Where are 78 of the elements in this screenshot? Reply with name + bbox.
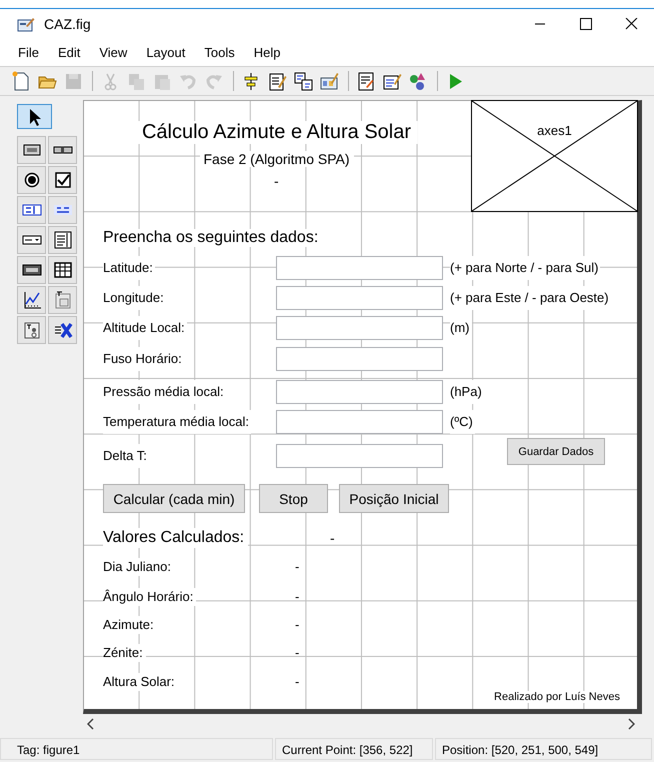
field-label: Temperatura média local: [103,410,251,434]
result-value: - [295,644,300,662]
field-label: Longitude: [103,286,166,310]
action-button[interactable]: Stop [259,484,328,513]
menu-item[interactable]: Edit [50,43,88,62]
result-label: Zénite: [103,644,146,662]
design-canvas[interactable] [83,100,642,714]
close-icon[interactable] [624,18,638,30]
section-heading: Valores Calculados: [103,528,248,548]
input-field[interactable] [276,444,443,468]
field-label: Latitude: [103,256,155,280]
palette-tool-button[interactable] [48,226,77,254]
field-label: Altitude Local: [103,316,187,340]
input-field[interactable] [276,316,443,340]
palette-tool-button[interactable] [48,136,77,164]
axes-label: axes1 [536,123,573,138]
palette-tool-button[interactable] [48,196,77,224]
tag-status: Tag: figure1 [0,738,273,760]
object-browser-icon[interactable] [408,71,428,91]
listbox-icon [52,230,72,250]
palette-tool-button[interactable] [17,226,46,254]
current-point-status: Current Point: [356, 522] [275,738,433,760]
palette-tool-button[interactable] [48,316,77,344]
palette-tool-button[interactable] [17,196,46,224]
action-button[interactable]: Posição Inicial [339,484,449,513]
palette-tool-button[interactable] [17,316,46,344]
action-button[interactable]: Calcular (cada min) [103,484,245,513]
new-file-icon[interactable] [11,71,31,91]
result-value: - [295,558,300,576]
credit-text: Realizado por Luís Neves [494,691,620,703]
unit-label: (hPa) [450,380,484,404]
tab-order-icon[interactable] [293,71,313,91]
subtitle-text: Fase 2 (Algoritmo SPA) [200,151,354,167]
unit-label: (+ para Este / - para Oeste) [450,286,611,310]
menu-item[interactable]: View [91,43,136,62]
palette-tool-button[interactable] [48,256,77,284]
input-field[interactable] [276,256,443,280]
result-value: - [295,616,300,634]
input-field[interactable] [276,347,443,371]
field-label: Fuso Horário: [103,347,184,371]
field-label: Delta T: [103,444,149,468]
palette-tool-button[interactable] [48,166,77,194]
palette-tool-button[interactable] [17,166,46,194]
menu-item[interactable]: Layout [138,43,194,62]
scroll-left-icon[interactable] [87,718,95,730]
input-field[interactable] [276,286,443,310]
document-editor-icon[interactable] [356,71,376,91]
table-icon [52,260,72,280]
result-label: Ângulo Horário: [103,588,196,606]
axes-icon [22,290,42,310]
scroll-right-icon[interactable] [627,718,635,730]
unit-label: (ºC) [450,410,475,434]
menu-item[interactable]: File [10,43,47,62]
maximize-icon[interactable] [578,18,592,30]
heading-text: Cálculo Azimute e Altura Solar [136,121,418,144]
palette-tool-button[interactable] [17,256,46,284]
value-text: - [330,529,335,548]
app-icon [17,16,35,32]
palette-tool-button[interactable] [17,286,46,314]
input-field[interactable] [276,380,443,404]
palette-pointer-button[interactable] [17,104,52,129]
input-field[interactable] [276,410,443,434]
menu-item[interactable]: Tools [196,43,243,62]
window-title: CAZ.fig [44,16,92,32]
button-group-icon [22,320,42,340]
result-value: - [295,588,300,606]
menu-editor-icon[interactable] [267,71,287,91]
save-data-button[interactable]: Guardar Dados [507,438,605,465]
toolbar-editor-icon[interactable] [319,71,339,91]
palette-tool-button[interactable] [17,136,46,164]
menu-item[interactable]: Help [246,43,288,62]
panel-icon [52,290,72,310]
property-inspector-icon[interactable] [382,71,402,91]
result-value: - [295,673,300,691]
unit-label: (+ para Norte / - para Sul) [450,256,600,280]
position-status: Position: [520, 251, 500, 549] [435,738,652,760]
activex-control-icon [52,320,72,340]
checkbox-icon [52,170,72,190]
